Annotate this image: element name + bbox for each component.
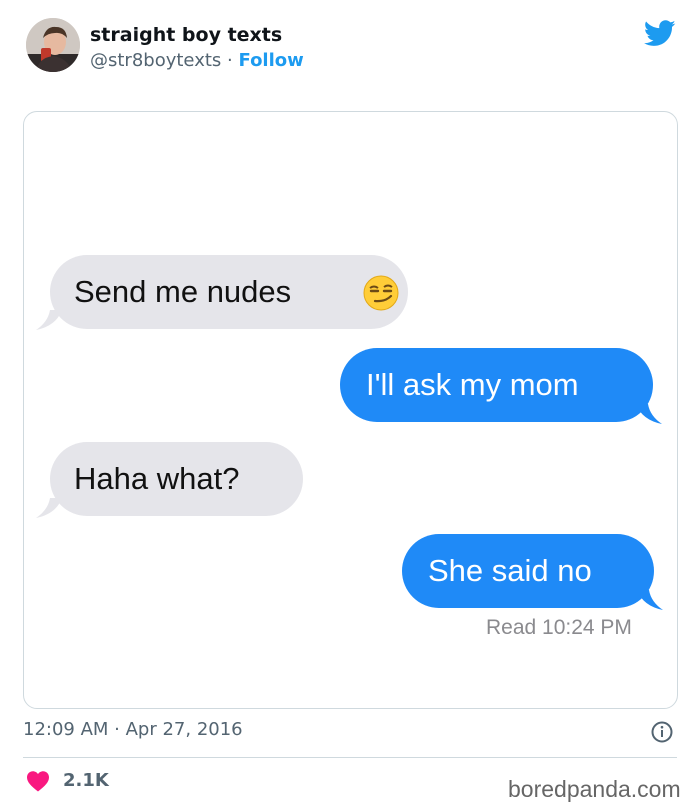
heart-icon[interactable] [26,770,50,792]
divider [23,757,677,758]
tweet-media-image[interactable]: Send me nudes I'll ask my mom Haha what?… [23,111,678,709]
like-count[interactable]: 2.1K [63,770,109,791]
message-bubble-sent: She said no [402,534,654,608]
message-text: She said no [428,553,592,588]
message-bubble-received: Haha what? [50,442,303,516]
message-bubble-received: Send me nudes [50,255,408,329]
message-bubble-sent: I'll ask my mom [340,348,653,422]
handle-row: @str8boytexts · Follow [90,50,304,71]
follow-button[interactable]: Follow [239,50,304,71]
avatar[interactable] [26,18,80,72]
message-text: I'll ask my mom [366,367,579,402]
separator-dot: · [227,50,233,71]
message-text: Haha what? [74,461,240,496]
watermark: boredpanda.com [508,776,681,802]
author-handle[interactable]: @str8boytexts [90,50,221,71]
read-receipt: Read 10:24 PM [486,616,632,639]
author-name[interactable]: straight boy texts [90,24,282,46]
message-text: Send me nudes [74,274,292,309]
avatar-photo [26,18,80,72]
twitter-bird-icon[interactable] [644,20,676,47]
tweet-timestamp[interactable]: 12:09 AM · Apr 27, 2016 [23,719,243,740]
smirking-face-icon [363,275,399,311]
info-icon[interactable] [651,721,673,743]
